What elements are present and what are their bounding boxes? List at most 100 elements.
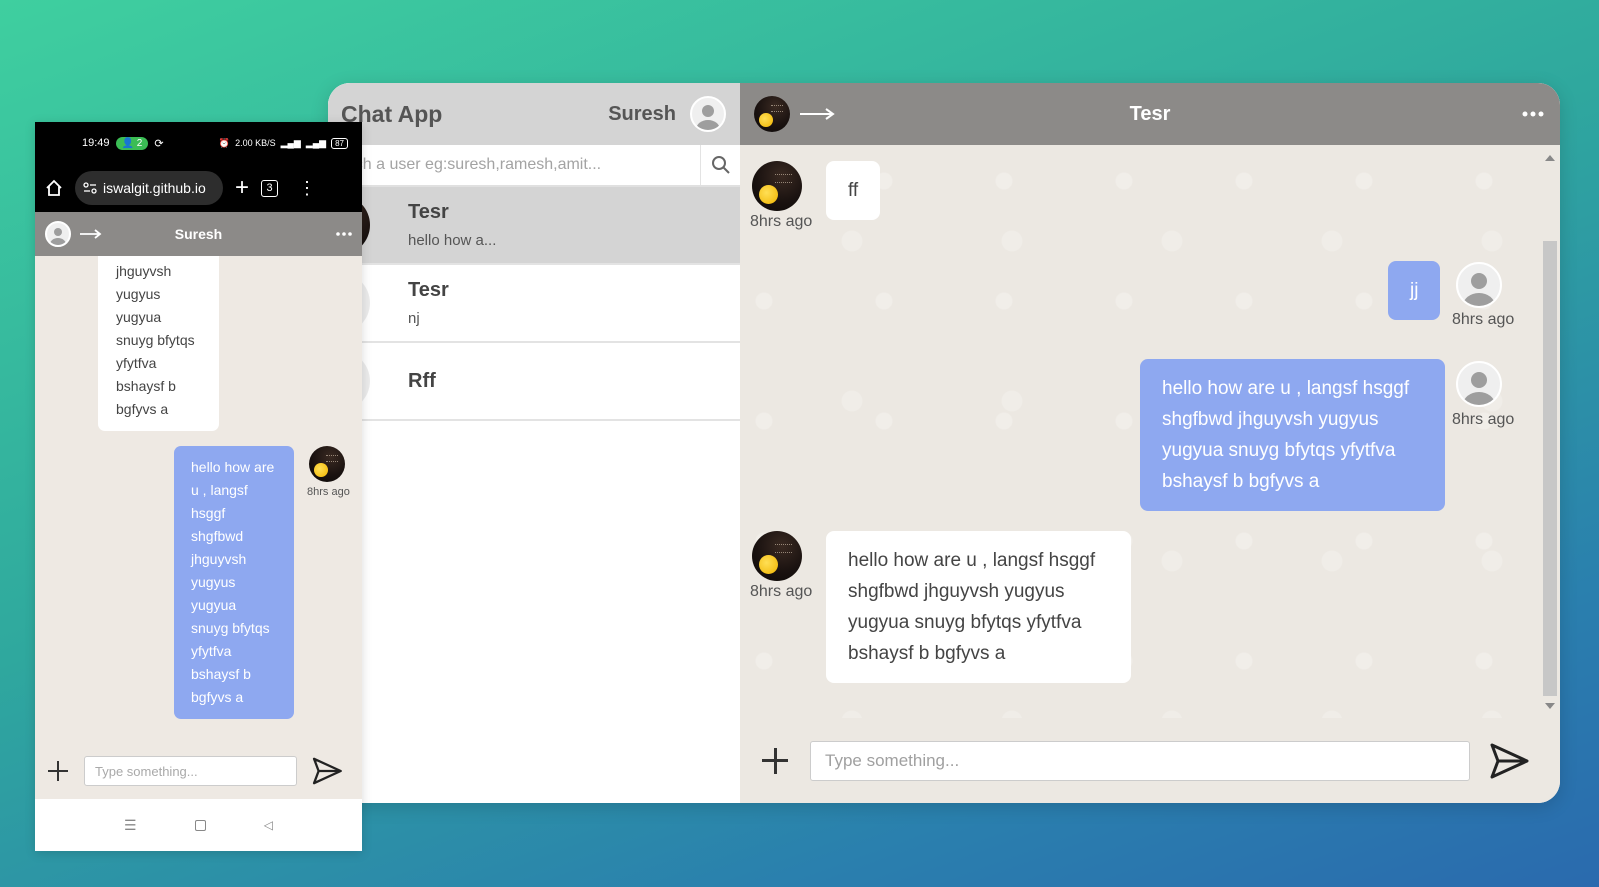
message-time: 8hrs ago bbox=[307, 486, 350, 498]
message-input[interactable] bbox=[810, 740, 1470, 781]
sync-icon: ⟳ bbox=[154, 137, 164, 150]
more-options-icon[interactable] bbox=[1522, 110, 1544, 118]
search-button[interactable] bbox=[700, 145, 740, 185]
avatar-text-decoration bbox=[325, 455, 338, 462]
message-line: yugyua bbox=[191, 597, 237, 613]
search-bar bbox=[328, 145, 740, 187]
emoji-face-icon bbox=[759, 185, 778, 204]
phone-status-bar: 19:49 👤 2 ⟳ ⏰ 2.00 KB/S ▂▄▆ ▂▄▆ 87 bbox=[35, 122, 362, 164]
message-bubble-outgoing: jj bbox=[1388, 261, 1441, 320]
message-line: snuyg bfytqs bbox=[191, 620, 270, 636]
message-line: jhguyvsh bbox=[116, 263, 172, 279]
attach-plus-icon[interactable] bbox=[760, 746, 790, 776]
alarm-icon: ⏰ bbox=[218, 137, 231, 148]
home-button-icon[interactable] bbox=[194, 819, 206, 831]
message-line: yfytfva bbox=[116, 355, 157, 371]
sender-avatar bbox=[752, 531, 802, 581]
message-line: yugyus bbox=[116, 286, 161, 302]
attach-plus-icon[interactable] bbox=[47, 760, 69, 782]
message-line: yfytfva bbox=[191, 643, 232, 659]
current-user-block[interactable]: Suresh bbox=[608, 96, 726, 132]
status-time: 19:49 bbox=[82, 137, 110, 149]
signal-icon: ▂▄▆ bbox=[280, 137, 301, 148]
url-text: iswalgit.github.io bbox=[103, 180, 206, 196]
user-list-pane: Chat App Suresh Tesr he bbox=[328, 83, 740, 803]
phone-message-input[interactable] bbox=[84, 756, 297, 786]
current-user-name: Suresh bbox=[608, 102, 676, 125]
site-settings-icon[interactable] bbox=[83, 182, 97, 194]
signal-icon-2: ▂▄▆ bbox=[305, 137, 327, 148]
avatar-text-decoration bbox=[775, 174, 792, 183]
message-line: bgfyvs a bbox=[191, 689, 244, 705]
user-list: Tesr hello how a... Tesr nj Rff bbox=[328, 187, 740, 421]
user-list-item-rff[interactable]: Rff bbox=[328, 343, 740, 421]
user-info: Tesr hello how a... bbox=[408, 201, 496, 249]
sender-avatar bbox=[309, 446, 345, 482]
message-time: 8hrs ago bbox=[1452, 411, 1515, 428]
browser-toolbar: iswalgit.github.io + 3 ⋮ bbox=[35, 164, 362, 212]
arrow-right-icon[interactable] bbox=[79, 228, 103, 240]
scroll-thumb[interactable] bbox=[1543, 241, 1557, 696]
emoji-face-icon bbox=[314, 463, 328, 477]
user-list-item-tesr-2[interactable]: Tesr nj bbox=[328, 265, 740, 343]
phone-chat-header: Suresh bbox=[35, 212, 362, 256]
message-line: jhguyvsh bbox=[191, 551, 247, 567]
message-line: hello how are bbox=[191, 459, 275, 475]
status-left: 19:49 👤 2 ⟳ bbox=[82, 136, 164, 150]
message-line: yugyus bbox=[191, 574, 236, 590]
browser-menu-icon[interactable]: ⋮ bbox=[298, 179, 316, 197]
sender-avatar bbox=[752, 161, 802, 211]
tab-switcher-button[interactable]: 3 bbox=[261, 179, 279, 197]
message-time: 8hrs ago bbox=[750, 213, 813, 230]
sender-avatar bbox=[1456, 262, 1502, 308]
chat-scrollbar[interactable] bbox=[1542, 151, 1558, 713]
notification-count: 2 bbox=[136, 137, 143, 149]
message-line: shgfbwd bbox=[191, 528, 244, 544]
status-right: ⏰ 2.00 KB/S ▂▄▆ ▂▄▆ 87 bbox=[218, 137, 348, 149]
user-name: Tesr bbox=[408, 279, 449, 301]
more-options-icon[interactable] bbox=[336, 231, 352, 237]
emoji-face-icon bbox=[759, 555, 778, 574]
home-icon[interactable] bbox=[45, 179, 63, 197]
arrow-right-icon[interactable] bbox=[798, 104, 838, 124]
phone-message-composer bbox=[35, 743, 362, 799]
last-message: hello how a... bbox=[408, 232, 497, 249]
message-bubble-incoming: hello how are u , langsf hsggf shgfbwd j… bbox=[826, 531, 1131, 683]
send-icon[interactable] bbox=[311, 755, 343, 787]
message-line: hsggf bbox=[191, 505, 226, 521]
message-bubble-incoming: ff bbox=[826, 161, 881, 220]
android-nav-bar: ☰ ◁ bbox=[35, 799, 362, 851]
notification-badge: 👤 2 bbox=[115, 136, 149, 150]
message-composer bbox=[740, 718, 1560, 803]
chat-partner-avatar[interactable] bbox=[754, 96, 790, 132]
message-line: snuyg bfytqs bbox=[116, 332, 195, 348]
desktop-chat-window: Chat App Suresh Tesr he bbox=[328, 83, 1560, 803]
current-user-avatar[interactable] bbox=[690, 96, 726, 132]
sidebar-header: Chat App Suresh bbox=[328, 83, 740, 145]
phone-message-bubble-outgoing: hello how are u , langsf hsggf shgfbwd j… bbox=[174, 446, 294, 719]
scroll-up-icon[interactable] bbox=[1545, 155, 1555, 161]
message-line: yugyua bbox=[116, 309, 162, 325]
user-list-item-tesr-1[interactable]: Tesr hello how a... bbox=[328, 187, 740, 265]
url-bar[interactable]: iswalgit.github.io bbox=[75, 171, 223, 205]
message-time: 8hrs ago bbox=[1452, 311, 1515, 328]
recent-apps-icon[interactable]: ☰ bbox=[124, 817, 137, 834]
send-icon[interactable] bbox=[1488, 740, 1530, 782]
avatar-text-decoration bbox=[770, 105, 783, 112]
message-line: bgfyvs a bbox=[116, 401, 169, 417]
user-name: Rff bbox=[408, 369, 436, 392]
phone-message-list[interactable]: jhguyvsh yugyus yugyua snuyg bfytqs yfyt… bbox=[35, 256, 362, 743]
scroll-down-icon[interactable] bbox=[1545, 703, 1555, 709]
emoji-face-icon bbox=[759, 113, 773, 127]
search-input[interactable] bbox=[328, 145, 659, 185]
battery-level: 87 bbox=[331, 137, 348, 149]
back-icon[interactable]: ◁ bbox=[264, 818, 273, 832]
message-line: bshaysf b bbox=[191, 666, 251, 682]
phone-message-bubble-incoming: jhguyvsh yugyus yugyua snuyg bfytqs yfyt… bbox=[98, 256, 219, 431]
message-list[interactable]: 8hrs ago ff jj 8hrs ago hello how are u … bbox=[740, 145, 1560, 718]
message-bubble-outgoing: hello how are u , langsf hsggf shgfbwd j… bbox=[1140, 359, 1445, 511]
new-tab-icon[interactable]: + bbox=[235, 176, 249, 200]
phone-chat-avatar[interactable] bbox=[45, 221, 71, 247]
sender-avatar bbox=[1456, 361, 1502, 407]
message-time: 8hrs ago bbox=[750, 583, 813, 600]
